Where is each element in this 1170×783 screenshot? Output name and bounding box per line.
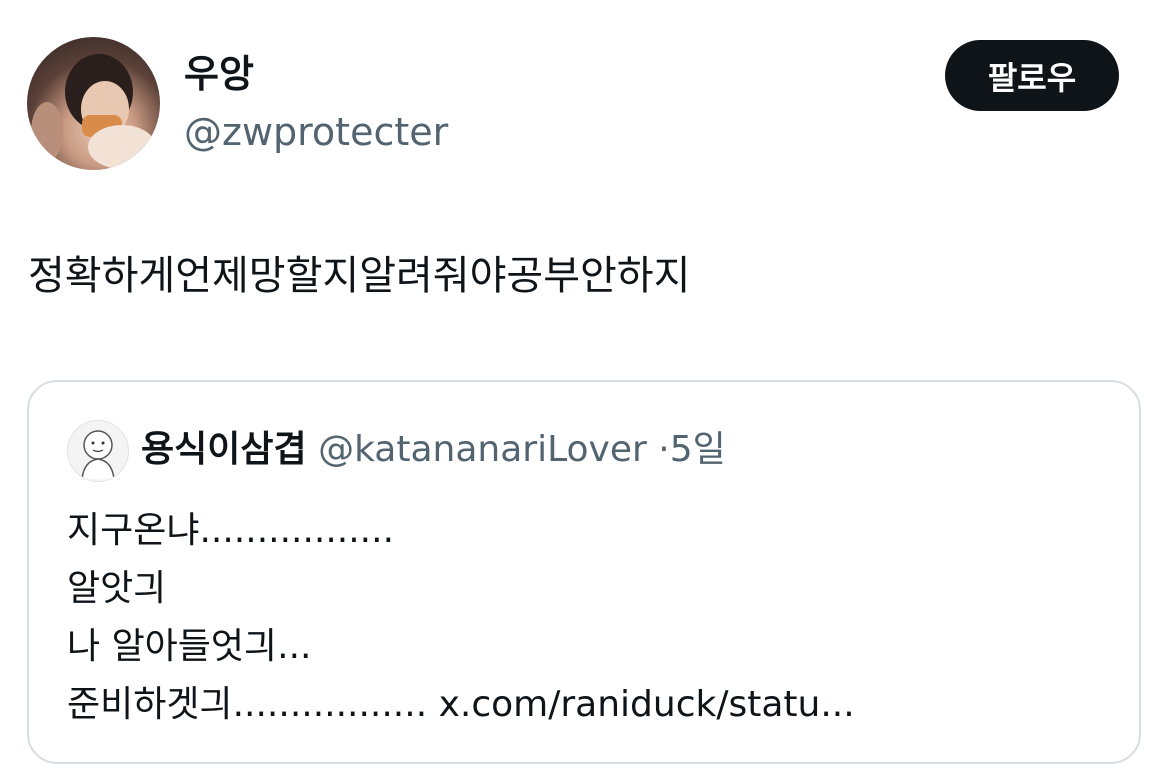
avatar[interactable] [27, 37, 160, 170]
quote-line: 지구온냐................. [67, 510, 395, 551]
display-name[interactable]: 우앙 [184, 50, 254, 98]
quote-line: 알앗긔 [67, 568, 167, 609]
avatar-photo-icon [31, 54, 156, 169]
quote-avatar[interactable] [67, 420, 129, 482]
user-handle[interactable]: @zwprotecter [184, 108, 448, 156]
quote-time[interactable]: 5일 [670, 429, 726, 470]
quote-line-text: 준비하겟긔................. [67, 684, 428, 725]
quote-card[interactable]: 용식이삼겹 @katananariLover ·5일 지구온냐.........… [27, 380, 1141, 764]
quote-header: 용식이삼겹 @katananariLover ·5일 [141, 428, 726, 472]
quote-separator: · [658, 429, 670, 470]
tweet-text: 정확하게언제망할지알려줘야공부안하지 [28, 253, 691, 299]
quote-handle[interactable]: @katananariLover [318, 429, 647, 470]
quote-body: 지구온냐................. 알앗긔 나 알아들엇긔... 준비하… [67, 502, 855, 734]
quote-display-name[interactable]: 용식이삼겹 [141, 429, 307, 470]
quote-link[interactable]: x.com/raniduck/statu... [439, 684, 855, 725]
follow-button[interactable]: 팔로우 [945, 40, 1119, 111]
quote-line: 나 알아들엇긔... [67, 626, 312, 667]
cartoon-avatar-icon [81, 430, 115, 480]
quote-last-line: 준비하겟긔................. x.com/raniduck/st… [67, 676, 855, 734]
